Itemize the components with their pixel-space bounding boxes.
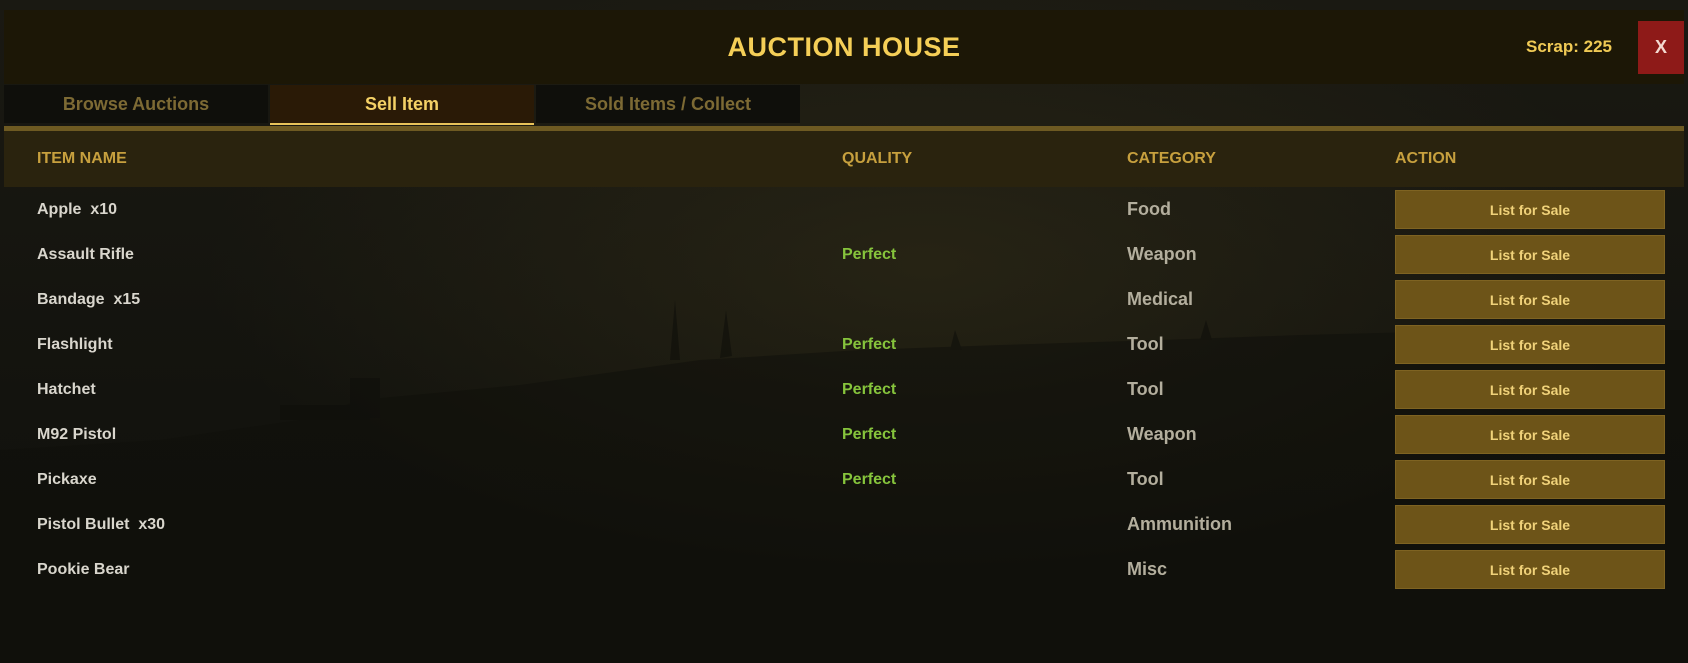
- item-category: Tool: [1127, 334, 1164, 354]
- item-category: Food: [1127, 199, 1171, 219]
- table-row: Pookie Bear Misc List for Sale: [4, 547, 1684, 592]
- header-bar: AUCTION HOUSE Scrap: 225 X: [4, 10, 1684, 84]
- table-row: Apple x10 Food List for Sale: [4, 187, 1684, 232]
- item-category: Tool: [1127, 469, 1164, 489]
- list-for-sale-button[interactable]: List for Sale: [1395, 280, 1665, 319]
- item-list: Apple x10 Food List for Sale Assault Rif…: [4, 187, 1684, 592]
- close-button[interactable]: X: [1638, 21, 1684, 74]
- item-name: Flashlight: [37, 336, 113, 353]
- list-for-sale-button[interactable]: List for Sale: [1395, 325, 1665, 364]
- tab-sold-items-collect[interactable]: Sold Items / Collect: [536, 85, 800, 123]
- item-name: Assault Rifle: [37, 246, 134, 263]
- item-quality: Perfect: [842, 381, 897, 398]
- item-category: Weapon: [1127, 244, 1197, 264]
- column-header-action: ACTION: [1395, 150, 1457, 167]
- list-for-sale-button[interactable]: List for Sale: [1395, 235, 1665, 274]
- list-for-sale-button[interactable]: List for Sale: [1395, 460, 1665, 499]
- list-for-sale-button[interactable]: List for Sale: [1395, 505, 1665, 544]
- item-quality: Perfect: [842, 336, 897, 353]
- item-name: Apple x10: [37, 201, 118, 218]
- list-for-sale-button[interactable]: List for Sale: [1395, 415, 1665, 454]
- table-row: Assault Rifle Perfect Weapon List for Sa…: [4, 232, 1684, 277]
- item-category: Misc: [1127, 559, 1168, 579]
- game-screen: AUCTION HOUSE Scrap: 225 X Browse Auctio…: [0, 0, 1688, 663]
- table-row: M92 Pistol Perfect Weapon List for Sale: [4, 412, 1684, 457]
- column-header-category: CATEGORY: [1127, 150, 1216, 167]
- item-name: Pookie Bear: [37, 561, 130, 578]
- list-for-sale-button[interactable]: List for Sale: [1395, 370, 1665, 409]
- item-category: Tool: [1127, 379, 1164, 399]
- item-quality: Perfect: [842, 471, 897, 488]
- scrap-balance: Scrap: 225: [1526, 37, 1612, 56]
- item-category: Medical: [1127, 289, 1194, 309]
- tab-bar: Browse Auctions Sell Item Sold Items / C…: [4, 85, 802, 125]
- table-row: Hatchet Perfect Tool List for Sale: [4, 367, 1684, 412]
- item-name: M92 Pistol: [37, 426, 117, 443]
- list-for-sale-button[interactable]: List for Sale: [1395, 190, 1665, 229]
- item-category: Weapon: [1127, 424, 1197, 444]
- table-row: Pistol Bullet x30 Ammunition List for Sa…: [4, 502, 1684, 547]
- table-row: Flashlight Perfect Tool List for Sale: [4, 322, 1684, 367]
- column-header-quality: QUALITY: [842, 150, 913, 167]
- item-name: Bandage x15: [37, 291, 141, 308]
- item-quality: Perfect: [842, 246, 897, 263]
- item-category: Ammunition: [1127, 514, 1232, 534]
- table-header: ITEM NAME QUALITY CATEGORY ACTION: [4, 131, 1684, 187]
- item-name: Pistol Bullet x30: [37, 516, 166, 533]
- list-for-sale-button[interactable]: List for Sale: [1395, 550, 1665, 589]
- column-header-item-name: ITEM NAME: [37, 150, 127, 167]
- tab-browse-auctions[interactable]: Browse Auctions: [4, 85, 268, 123]
- auction-house-panel: AUCTION HOUSE Scrap: 225 X Browse Auctio…: [4, 10, 1684, 663]
- item-name: Hatchet: [37, 381, 96, 398]
- tab-sell-item[interactable]: Sell Item: [270, 85, 534, 125]
- page-title: AUCTION HOUSE: [727, 32, 961, 62]
- table-row: Bandage x15 Medical List for Sale: [4, 277, 1684, 322]
- item-name: Pickaxe: [37, 471, 97, 488]
- table-row: Pickaxe Perfect Tool List for Sale: [4, 457, 1684, 502]
- item-quality: Perfect: [842, 426, 897, 443]
